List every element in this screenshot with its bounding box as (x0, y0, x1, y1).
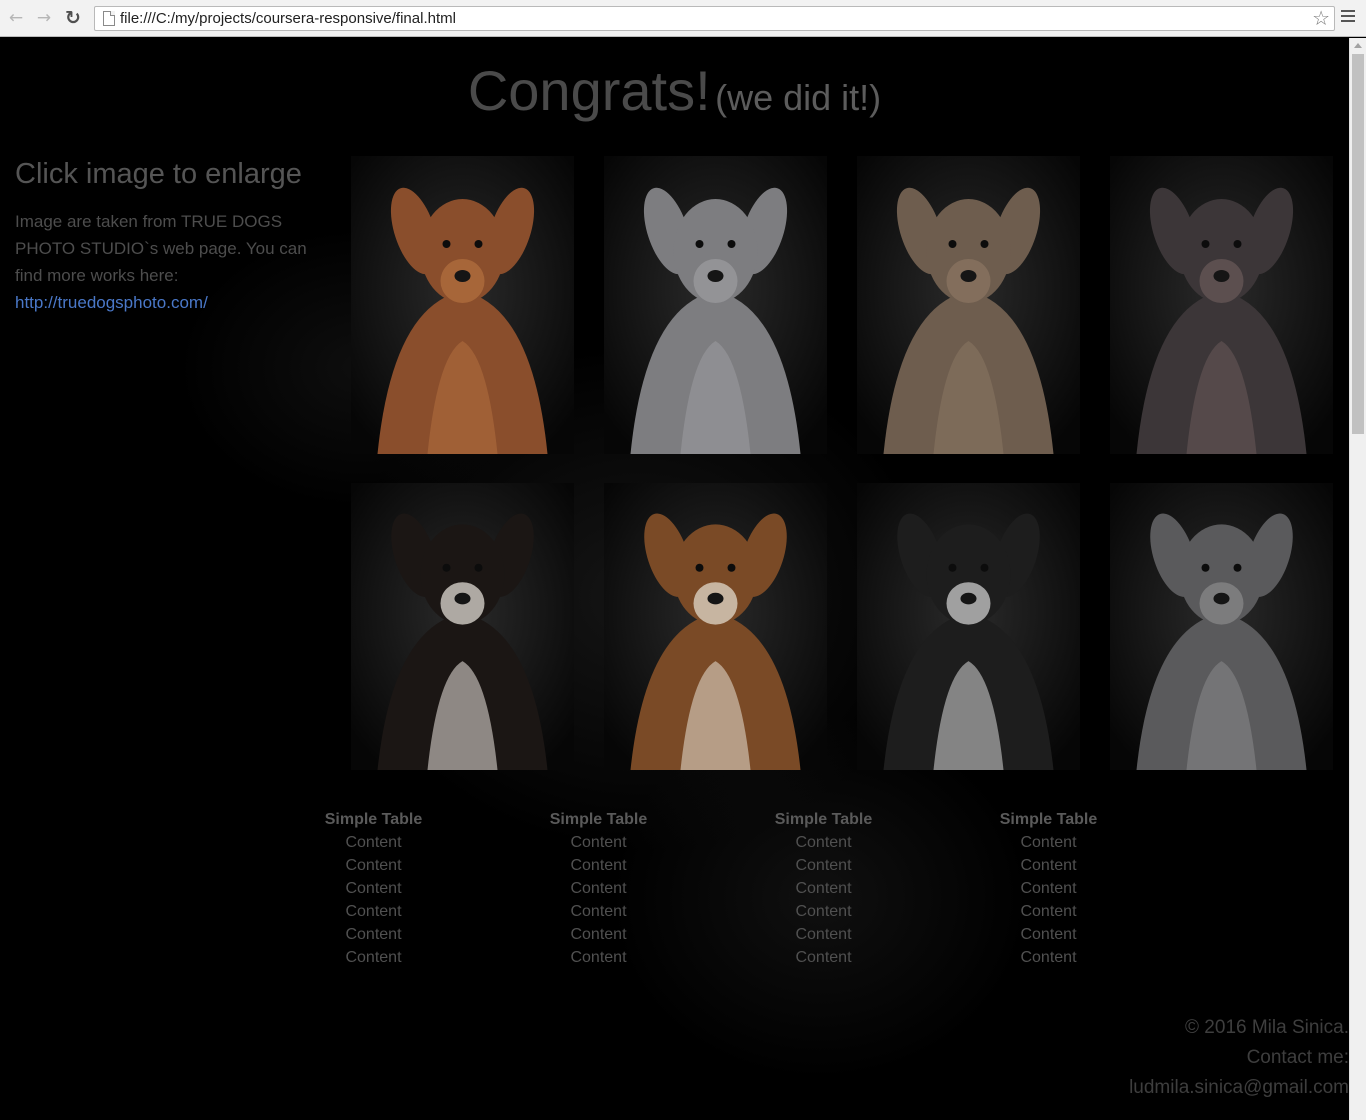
table-cell: Content (345, 856, 402, 874)
browser-menu-icon[interactable] (1341, 10, 1355, 26)
table-cell: Content (795, 879, 852, 897)
table-cell: Content (1020, 833, 1077, 851)
table-cell: Content (570, 856, 627, 874)
table-header: Simple Table (324, 810, 423, 828)
info-panel: Click image to enlarge Image are taken f… (15, 158, 315, 316)
info-text: Image are taken from TRUE DOGS PHOTO STU… (15, 212, 307, 285)
dog-photo-tricolor-sheepdog[interactable] (604, 483, 827, 770)
table-cell: Content (795, 902, 852, 920)
scroll-up-arrow-icon[interactable] (1354, 43, 1362, 48)
table-cell: Content (345, 948, 402, 966)
table-cell: Content (570, 879, 627, 897)
info-title: Click image to enlarge (15, 158, 302, 190)
table-header: Simple Table (774, 810, 873, 828)
simple-table: Simple Table Simple Table Simple Table S… (261, 808, 1161, 969)
table-cell: Content (345, 925, 402, 943)
dog-photo-black-lab-mix[interactable] (857, 483, 1080, 770)
table-cell: Content (570, 925, 627, 943)
browser-toolbar: ← → ↻ file:///C:/my/projects/coursera-re… (0, 0, 1366, 37)
table-cell: Content (795, 925, 852, 943)
reload-icon[interactable]: ↻ (63, 8, 83, 28)
table-row: Content Content Content Content (261, 923, 1161, 946)
table-cell: Content (1020, 925, 1077, 943)
table-cell: Content (795, 948, 852, 966)
heading-subtitle: (we did it!) (715, 77, 882, 118)
copyright-text: © 2016 Mila Sinica. (1185, 1017, 1349, 1038)
table-cell: Content (345, 833, 402, 851)
heading-title: Congrats! (467, 59, 711, 122)
table-row: Content Content Content Content (261, 854, 1161, 877)
table-header-row: Simple Table Simple Table Simple Table S… (261, 808, 1161, 831)
table-cell: Content (795, 833, 852, 851)
table-cell: Content (570, 948, 627, 966)
table-cell: Content (345, 902, 402, 920)
dog-photo-italian-greyhound[interactable] (604, 156, 827, 454)
table-row: Content Content Content Content (261, 900, 1161, 923)
bookmark-star-icon[interactable]: ☆ (1312, 7, 1330, 29)
back-arrow-icon[interactable]: ← (6, 8, 26, 28)
table-cell: Content (795, 856, 852, 874)
dog-photo-french-bulldog[interactable] (857, 156, 1080, 454)
page-icon (103, 11, 115, 26)
table-row: Content Content Content Content (261, 877, 1161, 900)
table-header: Simple Table (549, 810, 648, 828)
footer: © 2016 Mila Sinica. Contact me: ludmila.… (1129, 1013, 1349, 1103)
table-cell: Content (1020, 902, 1077, 920)
dog-photo-great-dane[interactable] (1110, 483, 1333, 770)
table-cell: Content (1020, 879, 1077, 897)
url-text[interactable]: file:///C:/my/projects/coursera-responsi… (120, 10, 456, 27)
table-cell: Content (1020, 856, 1077, 874)
table-cell: Content (570, 902, 627, 920)
forward-arrow-icon[interactable]: → (34, 8, 54, 28)
dog-photo-collie-mix[interactable] (351, 483, 574, 770)
dog-photo-hairless-dog[interactable] (1110, 156, 1333, 454)
table-header: Simple Table (999, 810, 1098, 828)
address-bar[interactable]: file:///C:/my/projects/coursera-responsi… (94, 6, 1335, 31)
table-row: Content Content Content Content (261, 946, 1161, 969)
table-cell: Content (1020, 948, 1077, 966)
table-cell: Content (345, 879, 402, 897)
dog-photo-vizsla[interactable] (351, 156, 574, 454)
contact-label: Contact me: (1246, 1047, 1349, 1068)
contact-email[interactable]: ludmila.sinica@gmail.com (1129, 1073, 1349, 1103)
page-heading: Congrats! (we did it!) (0, 58, 1349, 123)
page-viewport: Congrats! (we did it!) Click image to en… (0, 38, 1349, 1120)
vertical-scrollbar[interactable] (1349, 38, 1366, 1120)
truedogs-link[interactable]: http://truedogsphoto.com/ (15, 289, 315, 316)
table-row: Content Content Content Content (261, 831, 1161, 854)
table-cell: Content (570, 833, 627, 851)
scroll-thumb[interactable] (1352, 54, 1364, 434)
